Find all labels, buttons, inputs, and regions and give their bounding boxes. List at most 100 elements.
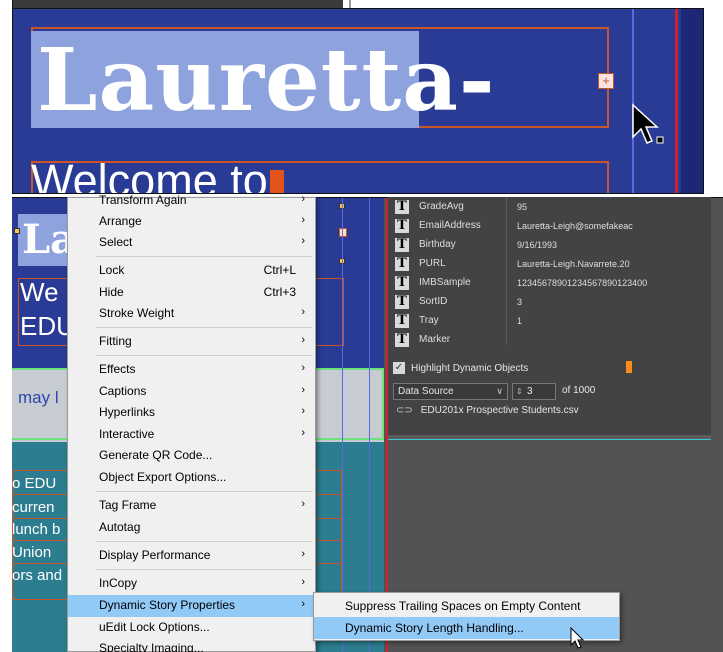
menu-item-hyperlinks[interactable]: Hyperlinks › [68,402,315,424]
cursor-arrow-icon [632,103,664,144]
field-value: 12345678901234567890123400 [517,277,647,288]
text-field-icon: T [395,275,409,290]
small-subhead-line1: We [20,277,59,307]
menu-item-autotag[interactable]: Autotag [68,517,315,539]
record-stepper[interactable]: ⇕ 3 [512,383,556,400]
menu-item-label: Effects [99,362,136,376]
menu-item-label: Captions [99,384,147,398]
menu-item-label: Tag Frame [99,498,157,512]
body-line: curren [12,499,55,516]
chevron-right-icon: › [301,384,305,396]
context-menu: Transform Again › Arrange › Select › Loc… [67,193,316,652]
text-field-icon: T [395,199,409,214]
menu-item-select[interactable]: Select › [68,232,315,254]
csv-file-name: EDU201x Prospective Students.csv [420,405,579,416]
field-name: IMBSample [419,277,471,288]
text-field-icon: T [395,237,409,252]
data-field-row[interactable]: T GradeAvg 95 [395,197,647,216]
selection-handle[interactable] [14,228,20,234]
menu-item-hide[interactable]: Hide Ctrl+3 [68,282,315,304]
menu-item-tag-frame[interactable]: Tag Frame › [68,495,315,517]
menu-item-uedit-lock-options[interactable]: uEdit Lock Options... [68,617,315,639]
menu-item-incopy[interactable]: InCopy › [68,573,315,595]
chevron-right-icon: › [301,405,305,417]
menu-item-label: Transform Again [99,193,187,207]
pasteboard-edge [681,9,703,193]
chevron-right-icon: › [301,498,305,510]
submenu-item-label: Suppress Trailing Spaces on Empty Conten… [345,599,581,613]
body-line: o EDU [12,475,57,492]
menu-item-transform-again[interactable]: Transform Again › [68,190,315,212]
text-field-icon: T [395,332,409,347]
menu-item-captions[interactable]: Captions › [68,381,315,403]
grey-band-text: may l [18,388,59,407]
data-source-label: Data Source [398,386,454,397]
highlight-color-swatch[interactable] [626,361,632,373]
data-field-row[interactable]: T IMBSample 12345678901234567890123400 [395,273,647,292]
field-value: 9/16/1993 [517,239,558,250]
menu-item-label: Hyperlinks [99,405,156,419]
chevron-right-icon: › [301,214,305,226]
data-source-dropdown[interactable]: Data Source ∨ [393,383,508,400]
menu-item-label: Dynamic Story Properties [99,598,236,612]
data-field-row[interactable]: T Tray 1 [395,311,647,330]
menu-item-lock[interactable]: Lock Ctrl+L [68,260,315,282]
menu-item-label: Select [99,235,133,249]
menu-item-label: Display Performance [99,548,211,562]
small-out-port-icon[interactable] [339,228,347,237]
highlight-dynamic-objects-checkbox[interactable]: ✓ Highlight Dynamic Objects [393,362,528,374]
menu-item-fitting[interactable]: Fitting › [68,331,315,353]
body-line: lunch b [12,521,61,538]
menu-divider [96,569,312,570]
bleed-line [675,9,678,193]
menu-item-stroke-weight[interactable]: Stroke Weight › [68,303,315,325]
menu-item-label: InCopy [99,576,138,590]
menu-item-label: Specialty Imaging... [99,641,204,652]
field-value: Lauretta-Leigh@somefakeac [517,220,633,231]
data-field-row[interactable]: T Marker [395,330,647,349]
chevron-right-icon: › [301,576,305,588]
menu-item-generate-qr-code[interactable]: Generate QR Code... [68,445,315,467]
menu-item-specialty-imaging[interactable]: Specialty Imaging... [68,638,315,652]
data-field-row[interactable]: T SortID 3 [395,292,647,311]
menu-divider [96,541,312,542]
menu-item-interactive[interactable]: Interactive › [68,424,315,446]
chevron-right-icon: › [301,306,305,318]
chevron-right-icon: › [301,235,305,247]
csv-file-link[interactable]: ⊂⊃ EDU201x Prospective Students.csv [396,405,579,416]
menu-item-object-export-options[interactable]: Object Export Options... [68,467,315,489]
stepper-arrows-icon[interactable]: ⇕ [516,384,523,399]
field-value: 3 [517,296,523,307]
menu-item-effects[interactable]: Effects › [68,359,315,381]
guide-line [342,198,343,652]
menu-item-label: Interactive [99,427,155,441]
menu-item-display-performance[interactable]: Display Performance › [68,545,315,567]
subhead-label: Welcome to [31,155,268,194]
field-name: PURL [419,258,446,269]
out-port-plus-icon[interactable]: + [598,73,614,89]
checkbox-checked-icon: ✓ [393,362,405,374]
field-value: Lauretta-Leigh.Navarrete.20 [517,258,630,269]
menu-item-label: Autotag [99,520,141,534]
data-field-row[interactable]: T EmailAddress Lauretta-Leigh@somefakeac [395,216,647,235]
data-field-row[interactable]: T Birthday 9/16/1993 [395,235,647,254]
menu-divider [96,327,312,328]
subhead-text[interactable]: Welcome to [31,155,284,194]
chevron-right-icon: › [301,334,305,346]
menu-item-label: Lock [99,263,125,277]
field-name: Marker [419,334,451,345]
chevron-right-icon: › [301,548,305,560]
body-line: Union [12,544,52,561]
mouse-pointer-icon [570,627,585,649]
zoomed-canvas: Lauretta- + Welcome to [12,8,704,194]
text-field-icon: T [395,256,409,271]
headline-text[interactable]: Lauretta- [37,33,496,129]
menu-item-arrange[interactable]: Arrange › [68,211,315,233]
chevron-right-icon: › [301,193,305,205]
menu-item-dynamic-story-properties[interactable]: Dynamic Story Properties › [68,595,315,617]
chevron-down-icon: ∨ [496,386,503,396]
menu-item-label: Arrange [99,214,142,228]
submenu-item-suppress-trailing-spaces[interactable]: Suppress Trailing Spaces on Empty Conten… [314,595,619,617]
data-field-row[interactable]: T PURL Lauretta-Leigh.Navarrete.20 [395,254,647,273]
field-name: EmailAddress [419,220,481,231]
